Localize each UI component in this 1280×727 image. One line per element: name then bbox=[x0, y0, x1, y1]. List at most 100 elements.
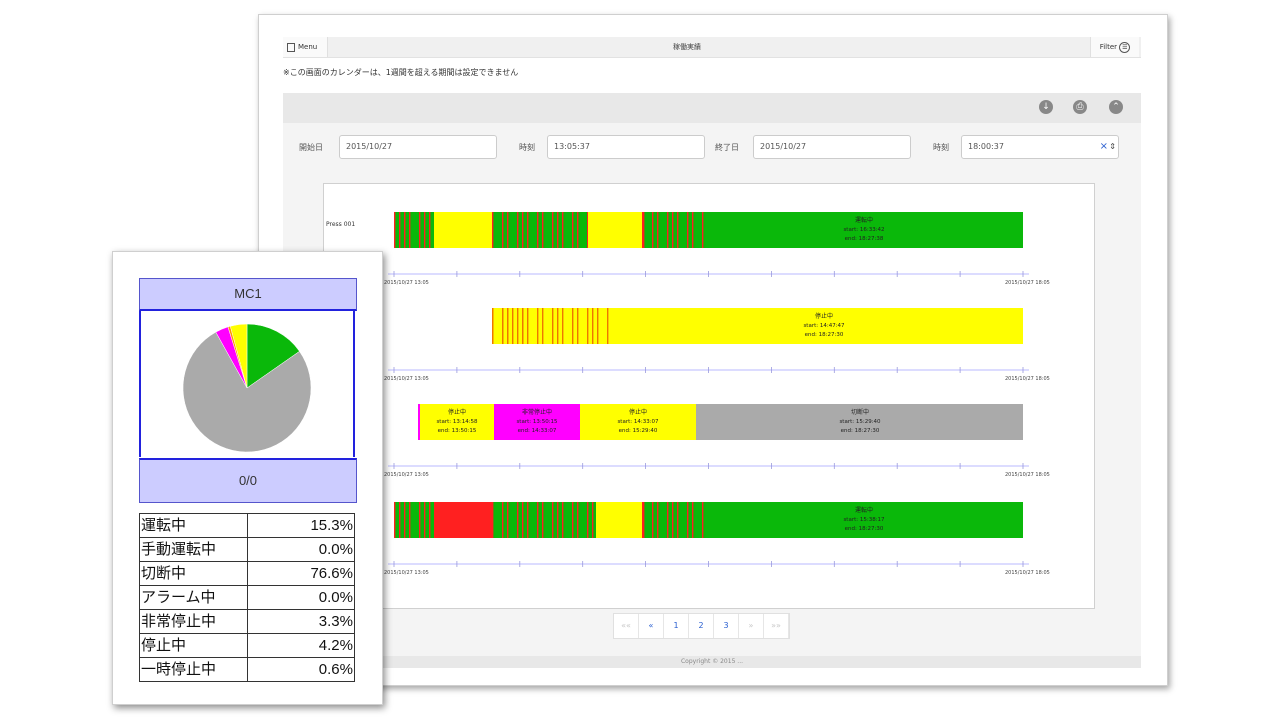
segment-state-label: 停止中 bbox=[448, 408, 466, 416]
axis-start-label: 2015/10/27 13:05 bbox=[384, 472, 429, 478]
axis-end-label: 2015/10/27 18:05 bbox=[1005, 570, 1050, 576]
gantt-row: 運転中 start: 15:38:17 end: 18:27:30 2015/10/2… bbox=[384, 502, 1050, 576]
chart-toolbar: ↓ ⎙ ⌃ bbox=[283, 93, 1141, 123]
gantt-segment bbox=[588, 212, 642, 248]
date-range-form: 開始日 2015/10/27 時刻 13:05:37 終了日 2015/10/2… bbox=[283, 123, 1141, 175]
gantt-segment bbox=[592, 308, 594, 344]
gantt-segment bbox=[522, 502, 524, 538]
gantt-segment bbox=[552, 212, 554, 248]
end-date-label: 終了日 bbox=[715, 143, 739, 152]
gantt-segment bbox=[517, 212, 519, 248]
segment-start-label: start: 16:33:42 bbox=[843, 227, 884, 233]
gantt-segment bbox=[557, 212, 559, 248]
collapse-icon[interactable]: ⌃ bbox=[1109, 100, 1123, 114]
menu-button[interactable]: Menu bbox=[283, 37, 328, 57]
gantt-segment bbox=[607, 308, 609, 344]
machine-summary-window: MC1 0/0 運転中 15.3% 手動運転中 0.0% 切断中 76.6% アラーム中 0.… bbox=[112, 251, 383, 705]
footer: Copyright © 2015 ... bbox=[283, 656, 1141, 668]
page-link-0[interactable]: «« bbox=[614, 614, 639, 638]
gantt-segment bbox=[677, 212, 679, 248]
gantt-segment bbox=[492, 212, 588, 248]
gantt-segment bbox=[399, 212, 401, 248]
gantt-segment bbox=[537, 212, 539, 248]
gantt-segment bbox=[562, 212, 564, 248]
gantt-segment bbox=[507, 308, 509, 344]
menu-icon bbox=[287, 42, 295, 52]
gantt-segment bbox=[409, 212, 411, 248]
start-date-input[interactable]: 2015/10/27 bbox=[339, 135, 497, 159]
page-link-3[interactable]: 2 bbox=[689, 614, 714, 638]
status-row: アラーム中 0.0% bbox=[139, 585, 355, 610]
spinner-icon[interactable]: ⇕ bbox=[1109, 136, 1116, 158]
gantt-segment bbox=[587, 502, 589, 538]
end-date-input[interactable]: 2015/10/27 bbox=[753, 135, 911, 159]
filter-button[interactable]: Filter ☰ bbox=[1090, 37, 1139, 57]
gantt-row: 停止中 start: 14:47:47 end: 18:27:30 2015/10/2… bbox=[384, 308, 1050, 382]
gantt-chart: Press 001 運転中 start: 16:33:42 end: 18:27:38… bbox=[323, 183, 1095, 609]
gantt-segment bbox=[537, 502, 539, 538]
start-date-label: 開始日 bbox=[299, 143, 323, 152]
segment-end-label: end: 18:27:38 bbox=[845, 236, 884, 242]
gantt-segment bbox=[692, 502, 694, 538]
gantt-segment bbox=[517, 502, 519, 538]
gantt-segment bbox=[507, 212, 509, 248]
segment-state-label: 切断中 bbox=[851, 408, 869, 416]
gantt-segment bbox=[419, 502, 421, 538]
gantt-segment bbox=[552, 502, 554, 538]
page-link-4[interactable]: 3 bbox=[714, 614, 739, 638]
status-label: 一時停止中 bbox=[139, 657, 248, 682]
gantt-segment bbox=[667, 212, 669, 248]
count-display: 0/0 bbox=[139, 458, 357, 503]
gantt-segment bbox=[527, 212, 529, 248]
gantt-segment bbox=[434, 212, 492, 248]
gantt-segment bbox=[672, 502, 674, 538]
print-icon[interactable]: ⎙ bbox=[1073, 100, 1087, 114]
gantt-segment bbox=[502, 502, 504, 538]
status-label: 手動運転中 bbox=[139, 537, 248, 562]
pie-chart-box bbox=[139, 311, 355, 457]
page-link-6[interactable]: »» bbox=[764, 614, 789, 638]
status-table: 運転中 15.3% 手動運転中 0.0% 切断中 76.6% アラーム中 0.0% 非常停止中 3… bbox=[139, 513, 355, 682]
page-link-1[interactable]: « bbox=[639, 614, 664, 638]
start-time-input[interactable]: 13:05:37 bbox=[547, 135, 705, 159]
gantt-segment bbox=[667, 502, 669, 538]
gantt-row: Press 001 運転中 start: 16:33:42 end: 18:27:38… bbox=[326, 212, 1050, 286]
segment-end-label: end: 18:27:30 bbox=[845, 526, 884, 532]
axis-end-label: 2015/10/27 18:05 bbox=[1005, 376, 1050, 382]
end-time-label: 時刻 bbox=[933, 143, 949, 152]
gantt-segment bbox=[692, 212, 694, 248]
clear-icon[interactable]: × bbox=[1100, 136, 1108, 158]
gantt-segment bbox=[522, 308, 524, 344]
gantt-segment bbox=[592, 502, 594, 538]
segment-start-label: start: 15:38:17 bbox=[843, 517, 885, 523]
status-row: 手動運転中 0.0% bbox=[139, 537, 355, 562]
page-link-5[interactable]: » bbox=[739, 614, 764, 638]
segment-state-label: 停止中 bbox=[815, 312, 833, 320]
segment-end-label: end: 18:27:30 bbox=[841, 428, 880, 434]
end-time-input[interactable]: 18:00:37 × ⇕ bbox=[961, 135, 1119, 159]
gantt-svg: Press 001 運転中 start: 16:33:42 end: 18:27:38… bbox=[326, 212, 1050, 576]
footer-text: Copyright © 2015 ... bbox=[680, 658, 744, 665]
segment-state-label: 非常停止中 bbox=[522, 408, 552, 416]
segment-state-label: 運転中 bbox=[855, 216, 873, 224]
gantt-segment bbox=[429, 212, 431, 248]
status-label: 停止中 bbox=[139, 633, 248, 658]
status-value: 76.6% bbox=[247, 561, 355, 586]
gantt-segment bbox=[404, 212, 406, 248]
gantt-segment bbox=[492, 502, 494, 538]
gantt-segment bbox=[577, 502, 579, 538]
segment-start-label: start: 13:50:15 bbox=[516, 419, 558, 425]
status-value: 15.3% bbox=[247, 513, 355, 538]
gantt-segment bbox=[429, 502, 431, 538]
segment-start-label: start: 14:47:47 bbox=[803, 323, 845, 329]
gantt-segment bbox=[399, 502, 401, 538]
status-label: 非常停止中 bbox=[139, 609, 248, 634]
download-icon[interactable]: ↓ bbox=[1039, 100, 1053, 114]
page-link-2[interactable]: 1 bbox=[664, 614, 689, 638]
machine-name: MC1 bbox=[139, 278, 357, 311]
gantt-segment bbox=[512, 308, 514, 344]
top-bar: Menu 稼働実績 Filter ☰ bbox=[283, 37, 1141, 58]
gantt-segment bbox=[557, 502, 559, 538]
status-row: 運転中 15.3% bbox=[139, 513, 355, 538]
gantt-segment bbox=[677, 502, 679, 538]
